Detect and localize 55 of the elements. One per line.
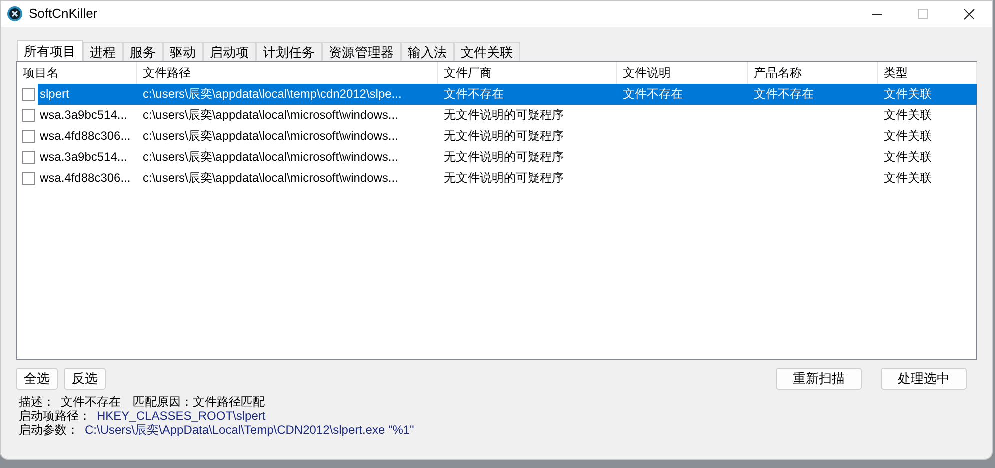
table-cell-text: 无文件说明的可疑程序 <box>443 128 565 145</box>
checkbox[interactable] <box>22 130 35 143</box>
tab[interactable]: 启动项 <box>203 42 256 61</box>
detail-label: 描述： <box>19 395 55 409</box>
tab[interactable]: 驱动 <box>163 42 203 61</box>
checkbox[interactable] <box>22 109 35 122</box>
detail-value: HKEY_CLASSES_ROOT\slpert <box>97 409 266 423</box>
action-button[interactable]: 重新扫描 <box>776 368 862 390</box>
select-button[interactable]: 全选 <box>16 368 58 390</box>
detail-value: C:\Users\辰奕\AppData\Local\Temp\CDN2012\slpert.exe "%1" <box>85 423 414 437</box>
checkbox[interactable] <box>22 88 35 101</box>
tab[interactable]: 文件关联 <box>454 42 520 61</box>
table-cell-text: 文件不存在 <box>443 86 505 103</box>
select-button[interactable]: 反选 <box>64 368 106 390</box>
action-button[interactable]: 处理选中 <box>881 368 967 390</box>
table-cell-text: 文件关联 <box>883 170 933 187</box>
checkbox[interactable] <box>22 151 35 164</box>
table-cell-text: c:\users\辰奕\appdata\local\temp\cdn2012\slpe... <box>142 86 403 103</box>
table-row[interactable]: slpert c:\users\辰奕\appdata\local\temp\cdn2012\slpe... 文件不存在 文件不存在 文件不存在 文件关联 <box>17 84 976 105</box>
table-cell-text: c:\users\辰奕\appdata\local\microsoft\windows... <box>142 149 400 166</box>
table-cell-text: wsa.3a9bc514... <box>39 149 128 166</box>
table-cell-text: 文件关联 <box>883 107 933 124</box>
checkbox[interactable] <box>22 172 35 185</box>
table-cell-text: c:\users\辰奕\appdata\local\microsoft\windows... <box>142 128 400 145</box>
detail-label: 启动参数： <box>19 423 79 437</box>
table-cell-text: 无文件说明的可疑程序 <box>443 170 565 187</box>
table-cell-text: wsa.4fd88c306... <box>39 128 131 145</box>
table-row[interactable]: wsa.4fd88c306... c:\users\辰奕\appdata\local\microsoft\windows... 无文件说明的可疑程序 文件关联 <box>17 126 976 147</box>
tab[interactable]: 计划任务 <box>256 42 322 61</box>
table-cell-text: c:\users\辰奕\appdata\local\microsoft\windows... <box>142 107 400 124</box>
window-title: SoftCnKiller <box>29 5 98 24</box>
table-cell-text: wsa.4fd88c306... <box>39 170 131 187</box>
tab[interactable]: 服务 <box>123 42 163 61</box>
table-cell-text: 文件不存在 <box>753 86 815 103</box>
table-cell-text: 文件关联 <box>883 149 933 166</box>
app-icon <box>7 6 23 22</box>
table-cell-text: 文件关联 <box>883 86 933 103</box>
table-cell-text: 无文件说明的可疑程序 <box>443 149 565 166</box>
tab[interactable]: 输入法 <box>401 42 454 61</box>
table-cell-text: 无文件说明的可疑程序 <box>443 107 565 124</box>
tab[interactable]: 资源管理器 <box>322 42 401 61</box>
detail-value: 文件不存在 匹配原因：文件路径匹配 <box>61 395 265 409</box>
detail-label: 启动项路径： <box>19 409 91 423</box>
tab[interactable]: 进程 <box>83 42 123 61</box>
close-icon <box>964 8 974 20</box>
table-cell-text: 文件不存在 <box>622 86 684 103</box>
table-cell-text: 文件关联 <box>883 128 933 145</box>
table-cell-text: c:\users\辰奕\appdata\local\microsoft\windows... <box>142 170 400 187</box>
table-row[interactable]: wsa.3a9bc514... c:\users\辰奕\appdata\local\microsoft\windows... 无文件说明的可疑程序 文件关联 <box>17 105 976 126</box>
table-row[interactable]: wsa.4fd88c306... c:\users\辰奕\appdata\local\microsoft\windows... 无文件说明的可疑程序 文件关联 <box>17 168 976 189</box>
maximize-icon <box>918 9 928 19</box>
table-row[interactable]: wsa.3a9bc514... c:\users\辰奕\appdata\local\microsoft\windows... 无文件说明的可疑程序 文件关联 <box>17 147 976 168</box>
table-cell: slpert <box>38 84 137 105</box>
table-cell-text: wsa.3a9bc514... <box>39 107 128 124</box>
tab[interactable]: 所有项目 <box>17 40 83 61</box>
